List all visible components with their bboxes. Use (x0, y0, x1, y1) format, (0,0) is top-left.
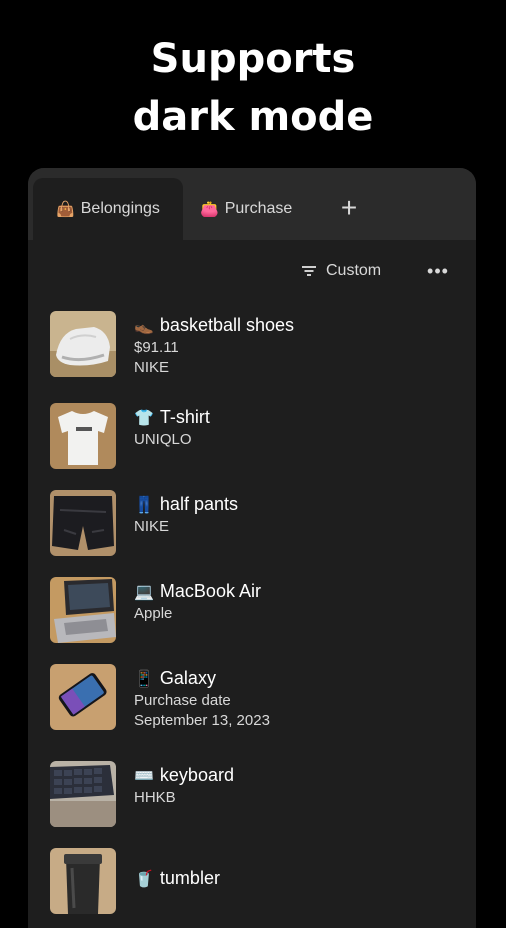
cup-icon: 🥤 (134, 871, 154, 888)
add-tab-button[interactable]: + (334, 190, 364, 226)
handbag-icon: 👜 (56, 201, 75, 218)
tab-purchase[interactable]: 👛 Purchase (200, 178, 330, 240)
tab-belongings[interactable]: 👜 Belongings (33, 178, 183, 240)
list-item[interactable]: ⌨️ keyboard HHKB (28, 758, 476, 828)
item-photo (50, 490, 116, 556)
item-photo (50, 848, 116, 914)
tab-purchase-label: Purchase (224, 200, 293, 217)
item-price: $91.11 (134, 339, 179, 356)
item-brand: NIKE (134, 518, 170, 535)
item-photo (50, 311, 116, 377)
tab-bar: 👜 Belongings 👛 Purchase + (28, 168, 476, 240)
sort-button[interactable]: Custom (302, 256, 381, 286)
headline-line-1: Supports (150, 36, 356, 82)
item-name: keyboard (159, 765, 234, 785)
list-item[interactable]: 👞 basketball shoes $91.11 NIKE (28, 308, 476, 378)
item-name: basketball shoes (159, 315, 295, 335)
item-name: T-shirt (159, 407, 210, 427)
item-name: Galaxy (159, 668, 216, 688)
tab-belongings-label: Belongings (80, 200, 160, 217)
keyboard-icon: ⌨️ (134, 768, 154, 785)
item-brand: NIKE (134, 359, 170, 376)
item-name: MacBook Air (159, 581, 261, 601)
item-brand: UNIQLO (134, 431, 192, 448)
item-name: tumbler (159, 868, 220, 888)
item-photo (50, 403, 116, 469)
list-item[interactable]: 📱 Galaxy Purchase date September 13, 2023 (28, 661, 476, 731)
phone-icon: 📱 (134, 671, 154, 688)
more-options-button[interactable]: ••• (426, 256, 450, 286)
item-photo (50, 761, 116, 827)
shoe-icon: 👞 (134, 318, 154, 335)
jeans-icon: 👖 (134, 497, 154, 514)
list-toolbar: Custom ••• (28, 256, 476, 286)
list-item[interactable]: 👕 T-shirt UNIQLO (28, 400, 476, 470)
sort-label: Custom (326, 262, 382, 279)
filter-icon (302, 265, 316, 277)
app-panel: 👜 Belongings 👛 Purchase + Custom ••• 👞 b… (28, 168, 476, 928)
shirt-icon: 👕 (134, 410, 154, 427)
item-brand: Apple (134, 605, 173, 622)
list-item[interactable]: 👖 half pants NIKE (28, 487, 476, 557)
item-brand: HHKB (134, 789, 176, 806)
item-photo (50, 577, 116, 643)
item-date-label: Purchase date (134, 692, 231, 709)
item-photo (50, 664, 116, 730)
item-date-value: September 13, 2023 (134, 712, 270, 729)
list-item[interactable]: 🥤 tumbler (28, 845, 476, 915)
purse-icon: 👛 (200, 201, 219, 218)
promo-headline: Supports dark mode (0, 30, 506, 146)
laptop-icon: 💻 (134, 584, 154, 601)
item-name: half pants (159, 494, 238, 514)
headline-line-2: dark mode (132, 94, 374, 140)
list-item[interactable]: 💻 MacBook Air Apple (28, 574, 476, 644)
